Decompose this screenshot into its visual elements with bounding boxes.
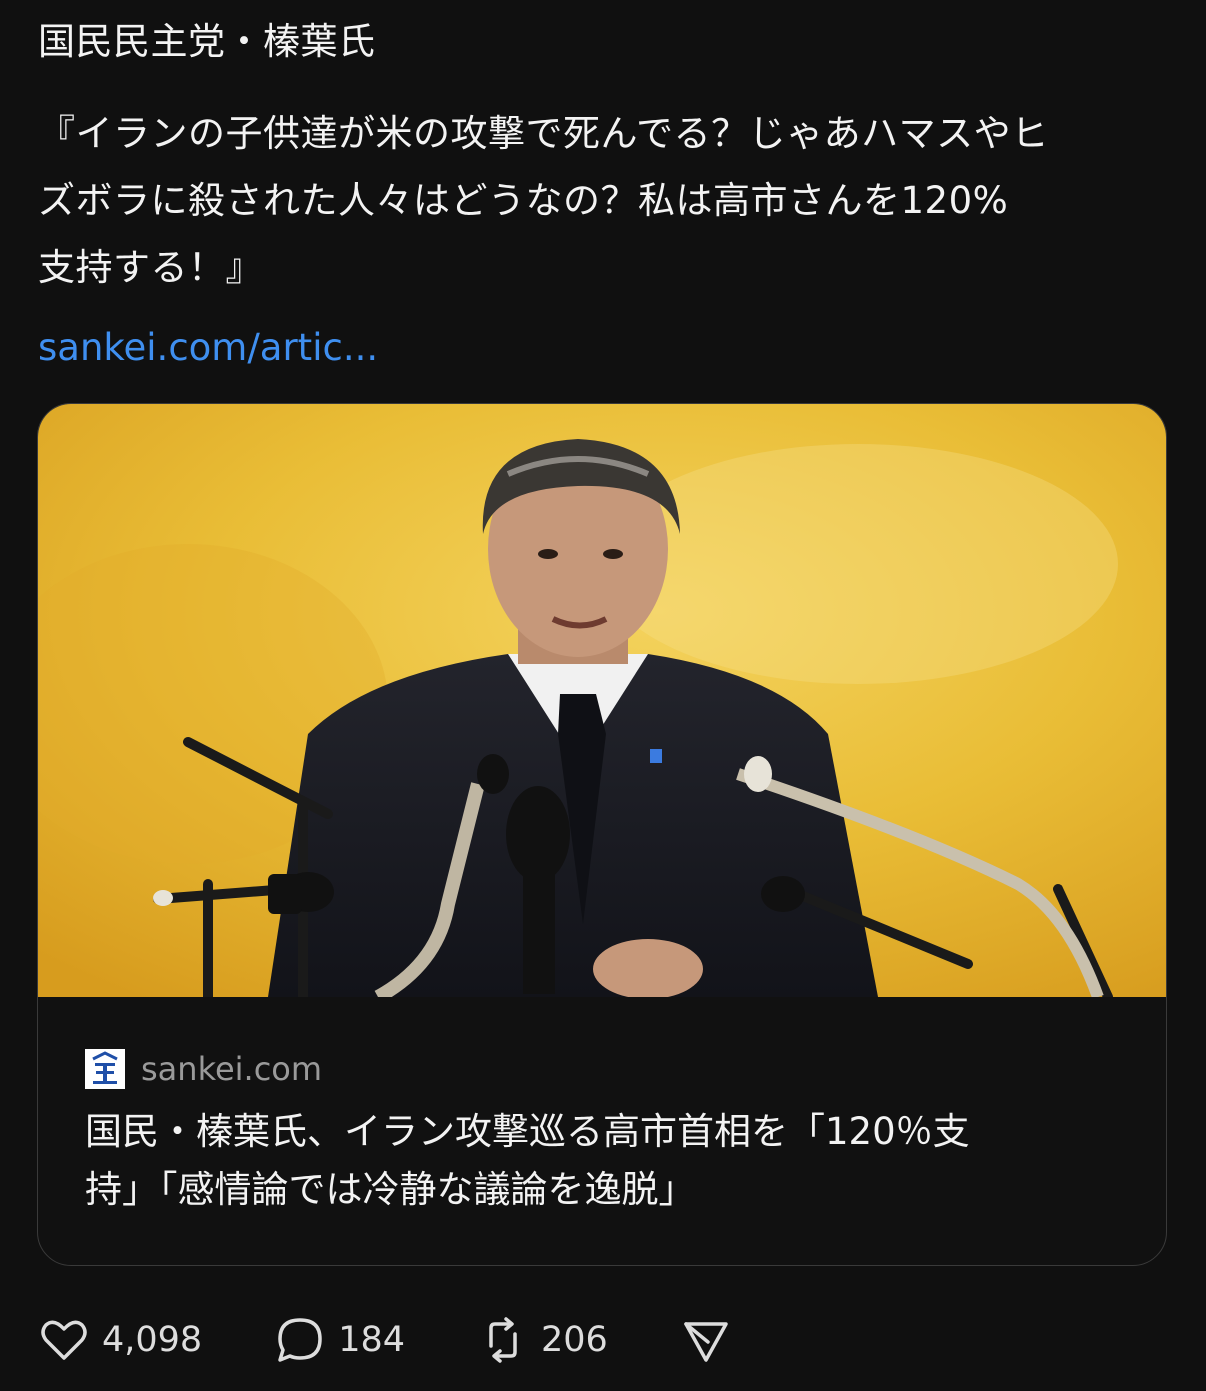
reply-button[interactable]: 184 <box>274 1314 405 1366</box>
post-body-line: ズボラに殺された人々はどうなの？私は高市さんを120% <box>38 179 1009 222</box>
card-title[interactable]: 国民・榛葉氏、イラン攻撃巡る高市首相を「120％支 持」「感情論では冷静な議論を… <box>85 1103 1145 1219</box>
repost-count: 206 <box>541 1320 608 1360</box>
sankei-favicon-icon <box>85 1049 125 1089</box>
article-link[interactable]: sankei.com/artic... <box>38 318 378 378</box>
send-icon <box>684 1322 728 1362</box>
comment-icon <box>278 1318 322 1362</box>
like-button[interactable]: 4,098 <box>38 1314 202 1366</box>
like-count: 4,098 <box>102 1320 203 1360</box>
card-title-line: 国民・榛葉氏、イラン攻撃巡る高市首相を「120％支 <box>85 1110 970 1153</box>
site-name: sankei.com <box>141 1050 323 1088</box>
press-conference-photo <box>38 404 1166 997</box>
card-title-line: 持」「感情論では冷静な議論を逸脱」 <box>85 1168 696 1211</box>
link-preview-card[interactable]: sankei.com 国民・榛葉氏、イラン攻撃巡る高市首相を「120％支 持」「… <box>37 403 1167 1266</box>
post-body-line: 支持する！』 <box>38 246 263 289</box>
share-button[interactable] <box>680 1314 732 1366</box>
post-line-1: 国民民主党・榛葉氏 <box>38 20 376 63</box>
card-meta: sankei.com 国民・榛葉氏、イラン攻撃巡る高市首相を「120％支 持」「… <box>38 997 1166 1265</box>
post-body: 『イランの子供達が米の攻撃で死んでる？じゃあハマスやヒ ズボラに殺された人々はど… <box>38 100 1168 301</box>
action-bar: 4,098 184 206 <box>38 1310 804 1370</box>
repost-icon <box>489 1317 517 1363</box>
heart-icon <box>41 1320 87 1360</box>
post: 国民民主党・榛葉氏 『イランの子供達が米の攻撃で死んでる？じゃあハマスやヒ ズボ… <box>0 0 1206 1391</box>
site-row: sankei.com <box>85 1047 322 1091</box>
reply-count: 184 <box>338 1320 406 1360</box>
repost-button[interactable]: 206 <box>477 1314 608 1366</box>
post-body-line: 『イランの子供達が米の攻撃で死んでる？じゃあハマスやヒ <box>38 112 1049 155</box>
